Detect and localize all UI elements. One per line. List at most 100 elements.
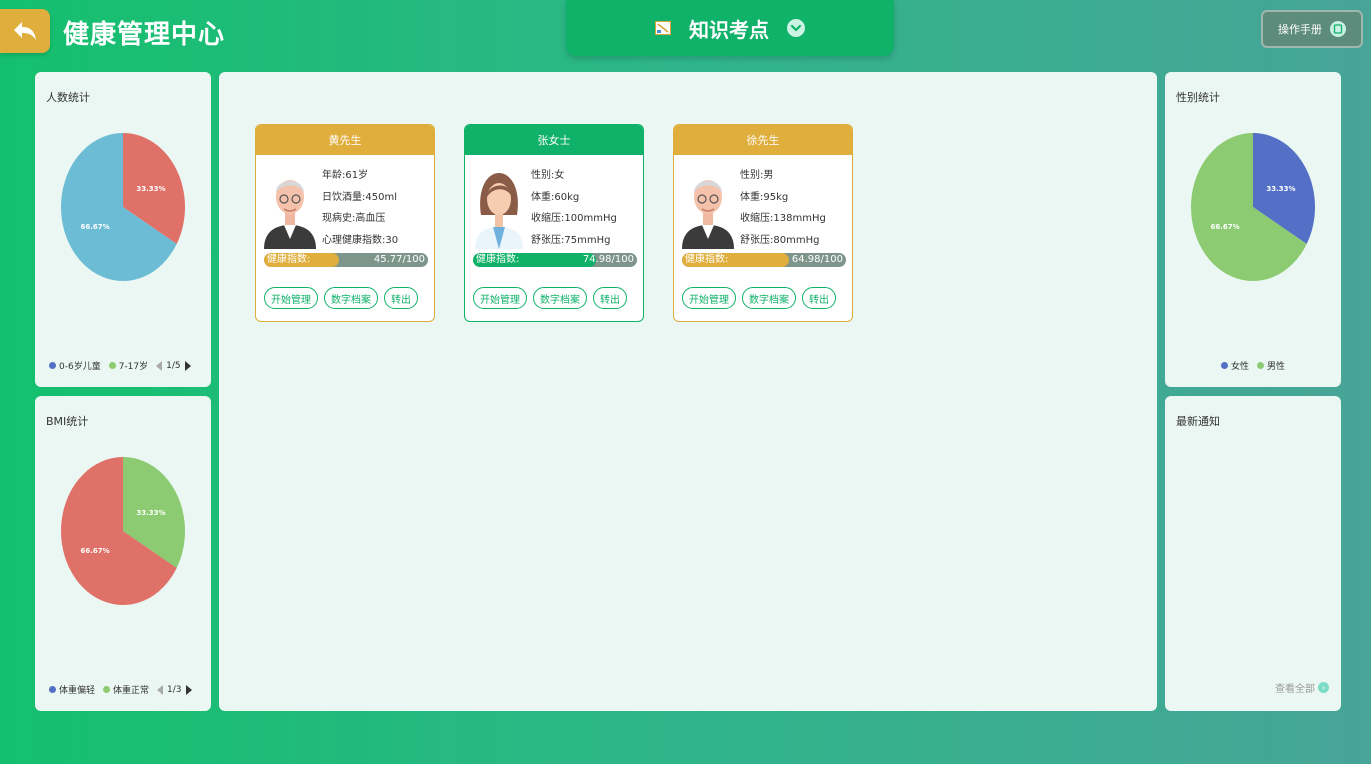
prev-page-icon[interactable] [157, 684, 164, 695]
patient-info-line: 现病史:高血压 [322, 213, 386, 224]
start-manage-button[interactable]: 开始管理 [264, 287, 318, 309]
patient-info-line: 日饮酒量:450ml [322, 191, 397, 203]
gender-legend: 女性 男性 [1221, 359, 1289, 372]
view-all-link[interactable]: 查看全部 › [1275, 680, 1329, 695]
card-actions: 开始管理 数字档案 转出 [682, 287, 836, 309]
patient-name: 张女士 [537, 134, 571, 147]
health-index-bar: 健康指数: 64.98/100 [682, 253, 846, 267]
patient-info-line: 舒张压:80mmHg [740, 234, 820, 246]
view-all-label: 查看全部 [1275, 684, 1315, 695]
next-page-icon[interactable] [184, 360, 191, 371]
gender-stats-panel: 性别统计 33.33% 66.67% 女性 男性 [1165, 72, 1341, 387]
patient-info-line: 体重:60kg [531, 191, 580, 203]
card-body: 性别:男 体重:95kg 收缩压:138mmHg 舒张压:80mmHg 健康指数: 64.… [674, 155, 852, 321]
health-index-value: 64.98/100 [791, 254, 843, 265]
legend-dot [49, 362, 56, 369]
patient-info: 性别:男 体重:95kg 收缩压:138mmHg 舒张压:80mmHg [740, 165, 826, 251]
legend-item[interactable]: 0-6岁儿童 [49, 359, 101, 372]
pie-slice-label: 33.33% [136, 185, 165, 193]
chevron-down-icon[interactable] [787, 19, 805, 37]
legend-dot [1257, 362, 1265, 369]
patient-info: 年龄:61岁日饮酒量:450ml 现病史:高血压心理健康指数:30 [322, 165, 398, 251]
woman-avatar-icon [475, 173, 523, 249]
legend-label: 0-6岁儿童 [59, 362, 101, 372]
book-icon [1330, 21, 1346, 37]
legend-item[interactable]: 体重偏轻 [49, 683, 95, 696]
start-manage-button[interactable]: 开始管理 [473, 287, 527, 309]
bmi-stats-panel: BMI统计 33.33% 66.67% 体重偏轻 体重正常 1/3 [35, 396, 211, 711]
health-index-label: 健康指数: [685, 254, 729, 265]
legend-item[interactable]: 7-17岁 [108, 359, 149, 372]
digital-record-button[interactable]: 数字档案 [533, 287, 587, 309]
next-page-icon[interactable] [185, 684, 192, 695]
legend-item[interactable]: 体重正常 [103, 683, 149, 696]
manual-label: 操作手册 [1278, 23, 1322, 36]
legend-dot [108, 362, 116, 369]
patient-info-line: 性别:女 [531, 170, 565, 181]
patient-card[interactable]: 徐先生 性别:男 体重:95kg 收缩压:138mmHg 舒张压:80mmHg 健康指数:… [673, 124, 853, 322]
transfer-out-button[interactable]: 转出 [802, 287, 836, 309]
patient-name: 黄先生 [328, 134, 362, 147]
pie-slice-label: 33.33% [1266, 185, 1295, 193]
patient-info-line: 年龄:61岁 [322, 170, 369, 181]
pie-slice-label: 66.67% [1211, 223, 1240, 231]
patient-info-line: 舒张压:75mmHg [531, 234, 611, 246]
health-index-label: 健康指数: [267, 254, 311, 265]
pie-slice-label: 66.67% [81, 547, 110, 555]
transfer-out-button[interactable]: 转出 [384, 287, 418, 309]
panel-title: 最新通知 [1176, 415, 1220, 428]
patient-info-line: 体重:95kg [740, 191, 789, 203]
health-index-value: 74.98/100 [582, 254, 634, 265]
card-header: 张女士 [465, 125, 643, 155]
document-icon [655, 21, 671, 35]
digital-record-button[interactable]: 数字档案 [324, 287, 378, 309]
legend-label: 男性 [1267, 362, 1286, 372]
pie-slice-label: 66.67% [81, 223, 110, 231]
patient-info-line: 心理健康指数:30 [322, 234, 399, 246]
legend-pager: 1/3 [157, 684, 192, 695]
people-pie-chart: 33.33% 66.67% [61, 133, 185, 281]
card-actions: 开始管理 数字档案 转出 [473, 287, 627, 309]
legend-dot [1221, 362, 1228, 369]
card-body: 性别:女体重:60kg 收缩压:100mmHg 舒张压:75mmHg 健康指数: 74.… [465, 155, 643, 321]
legend-dot [103, 686, 111, 693]
prev-page-icon[interactable] [156, 360, 163, 371]
patient-name: 徐先生 [746, 134, 780, 147]
bmi-pie-chart: 33.33% 66.67% [61, 457, 185, 605]
people-legend: 0-6岁儿童 7-17岁 1/5 [49, 359, 191, 372]
patient-info-line: 性别:男 [740, 170, 774, 181]
card-header: 黄先生 [256, 125, 434, 155]
pie-slice-label: 33.33% [136, 509, 165, 517]
legend-pager: 1/5 [156, 360, 191, 371]
patient-card[interactable]: 黄先生年龄:61岁日饮酒量:450ml 现病史:高血压心理健康指数:30 健康指数:… [255, 124, 435, 322]
transfer-out-button[interactable]: 转出 [593, 287, 627, 309]
panel-title: BMI统计 [46, 415, 89, 428]
card-body: 年龄:61岁日饮酒量:450ml 现病史:高血压心理健康指数:30 健康指数: 45.… [256, 155, 434, 321]
patient-info: 性别:女体重:60kg 收缩压:100mmHg 舒张压:75mmHg [531, 165, 617, 251]
app-title: 健康管理中心 [63, 20, 226, 50]
bmi-legend: 体重偏轻 体重正常 1/3 [49, 683, 192, 696]
patient-info-line: 收缩压:100mmHg [531, 213, 617, 224]
back-button[interactable] [0, 9, 50, 53]
legend-label: 女性 [1231, 362, 1250, 372]
card-actions: 开始管理 数字档案 转出 [264, 287, 418, 309]
legend-dot [49, 686, 56, 693]
health-index-bar: 健康指数: 45.77/100 [264, 253, 428, 267]
legend-label: 体重正常 [113, 686, 150, 696]
people-stats-panel: 人数统计 33.33% 66.67% 0-6岁儿童 7-17岁 1/5 [35, 72, 211, 387]
digital-record-button[interactable]: 数字档案 [742, 287, 796, 309]
tab-label: 知识考点 [689, 17, 769, 42]
legend-label: 7-17岁 [118, 362, 149, 372]
panel-title: 人数统计 [46, 91, 90, 104]
health-index-bar: 健康指数: 74.98/100 [473, 253, 637, 267]
health-index-label: 健康指数: [476, 254, 520, 265]
health-index-value: 45.77/100 [373, 254, 425, 265]
chevron-right-icon: › [1318, 682, 1329, 693]
knowledge-tab[interactable]: 知识考点 [566, 0, 894, 56]
legend-item[interactable]: 女性 [1221, 359, 1249, 372]
patient-card[interactable]: 张女士性别:女体重:60kg 收缩压:100mmHg 舒张压:75mmHg 健康指数:… [464, 124, 644, 322]
start-manage-button[interactable]: 开始管理 [682, 287, 736, 309]
legend-item[interactable]: 男性 [1257, 359, 1285, 372]
manual-button[interactable]: 操作手册 [1261, 10, 1363, 48]
gender-pie-chart: 33.33% 66.67% [1191, 133, 1315, 281]
